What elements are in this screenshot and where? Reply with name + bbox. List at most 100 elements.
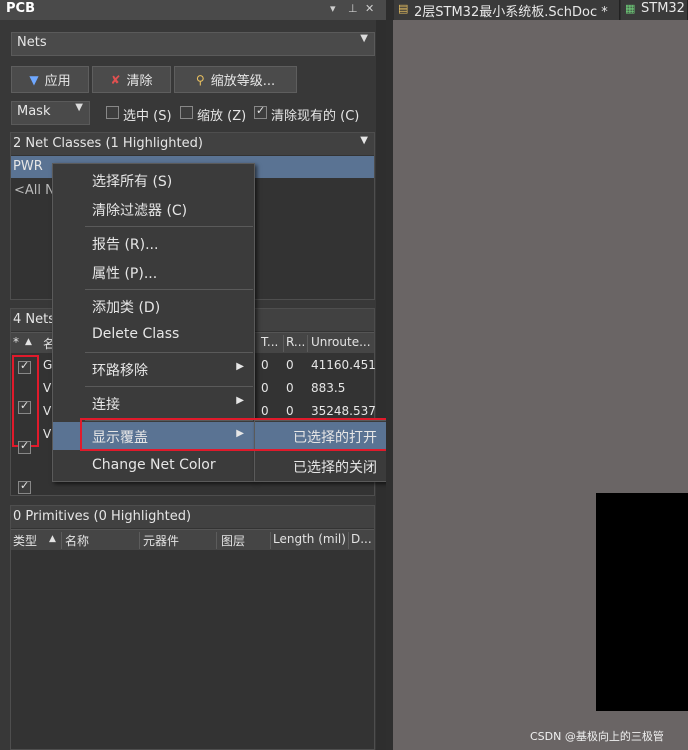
tab-label: 2层STM32最小系统板.SchDoc * xyxy=(414,5,608,20)
net-name: V xyxy=(43,427,52,441)
menu-item-report[interactable]: 报告 (R)... xyxy=(53,229,254,257)
net-t: 0 xyxy=(261,358,269,372)
menu-item-label: Delete Class xyxy=(92,326,180,342)
menu-item-change-net-color[interactable]: Change Net Color xyxy=(53,452,254,480)
col-name[interactable]: 名称 xyxy=(65,532,89,549)
net-class-name: PWR xyxy=(13,159,43,174)
close-icon[interactable]: ✕ xyxy=(365,2,374,15)
submenu-arrow-icon: ▶ xyxy=(236,395,244,406)
zoom-option-label: 缩放 (Z) xyxy=(197,109,247,124)
net-visible-checkbox[interactable] xyxy=(18,399,31,414)
col-r[interactable]: R... xyxy=(286,335,305,349)
sort-up-icon: ▲ xyxy=(25,337,32,347)
clear-existing-option[interactable]: 清除现有的 (C) xyxy=(254,104,359,124)
col-star[interactable]: * xyxy=(13,335,19,349)
menu-item-loop-removal[interactable]: 环路移除 ▶ xyxy=(53,355,254,383)
mode-select[interactable]: Nets ▼ xyxy=(11,32,375,56)
menu-item-label: 报告 (R)... xyxy=(92,237,159,253)
col-component[interactable]: 元器件 xyxy=(143,532,179,549)
select-checkbox[interactable] xyxy=(106,106,119,119)
net-r: 0 xyxy=(286,404,294,418)
net-class-name: <All N xyxy=(14,183,55,198)
select-option-label: 选中 (S) xyxy=(123,109,172,124)
document-tab-bar: ▤ 2层STM32最小系统板.SchDoc * ▦ STM32 xyxy=(386,0,688,20)
tab-schdoc[interactable]: ▤ 2层STM32最小系统板.SchDoc * xyxy=(394,0,620,20)
mode-select-value: Nets xyxy=(17,35,47,50)
panel-title-bar: PCB ▾ ⊥ ✕ xyxy=(0,0,386,20)
menu-item-select-all[interactable]: 选择所有 (S) xyxy=(53,166,254,194)
col-unrouted[interactable]: Unroute... xyxy=(311,335,371,349)
panel-scrollbar[interactable] xyxy=(376,20,386,750)
net-visible-checkbox[interactable] xyxy=(18,439,31,454)
column-divider xyxy=(270,532,271,549)
annotation-box xyxy=(12,355,39,494)
net-name: G xyxy=(43,358,53,372)
chevron-down-icon: ▼ xyxy=(75,102,83,113)
pin-icon[interactable]: ⊥ xyxy=(348,2,358,15)
menu-item-label: 环路移除 xyxy=(92,363,148,379)
col-t[interactable]: T... xyxy=(261,335,278,349)
column-divider xyxy=(348,532,349,549)
panel-menu-icon[interactable]: ▾ xyxy=(330,2,336,15)
zoom-level-button[interactable]: ⚲ 缩放等级... xyxy=(174,66,297,93)
apply-button[interactable]: ▼ 应用 xyxy=(11,66,89,93)
sort-up-icon: ▲ xyxy=(49,534,56,544)
net-unrouted: 883.5 xyxy=(311,381,346,395)
column-divider xyxy=(283,335,284,352)
menu-item-properties[interactable]: 属性 (P)... xyxy=(53,258,254,286)
primitives-header: 0 Primitives (0 Highlighted) xyxy=(11,506,374,528)
annotation-box xyxy=(80,418,422,451)
watermark: CSDN @基极向上的三极管 xyxy=(530,730,664,743)
mask-select[interactable]: Mask ▼ xyxy=(11,101,90,125)
net-visible-checkbox[interactable] xyxy=(18,359,31,374)
net-name: V xyxy=(43,404,52,418)
net-visible-checkbox[interactable] xyxy=(18,479,31,494)
panel-splitter[interactable] xyxy=(386,20,393,750)
menu-item-label: 选择所有 (S) xyxy=(92,174,173,190)
menu-separator xyxy=(85,226,253,227)
menu-separator xyxy=(85,352,253,353)
clear-existing-checkbox[interactable] xyxy=(254,104,267,119)
menu-item-label: 连接 xyxy=(92,397,120,413)
apply-button-label: 应用 xyxy=(44,74,71,89)
board-shape xyxy=(596,493,688,711)
menu-item-label: 清除过滤器 (C) xyxy=(92,203,188,219)
menu-separator xyxy=(85,386,253,387)
chevron-down-icon: ▼ xyxy=(360,135,368,146)
panel-title: PCB xyxy=(6,1,35,16)
menu-item-label: Change Net Color xyxy=(92,457,216,473)
clear-button[interactable]: ✘ 清除 xyxy=(92,66,171,93)
menu-item-add-class[interactable]: 添加类 (D) xyxy=(53,292,254,320)
col-type[interactable]: 类型 xyxy=(13,532,37,549)
col-length[interactable]: Length (mil) xyxy=(273,532,346,546)
primitives-section: 0 Primitives (0 Highlighted) 类型 ▲ 名称 元器件… xyxy=(10,505,375,750)
net-r: 0 xyxy=(286,358,294,372)
net-unrouted: 41160.451 xyxy=(311,358,376,372)
menu-item-clear-filter[interactable]: 清除过滤器 (C) xyxy=(53,195,254,223)
col-d[interactable]: D... xyxy=(351,532,372,546)
column-divider xyxy=(61,532,62,549)
zoom-option[interactable]: 缩放 (Z) xyxy=(180,106,246,124)
column-divider xyxy=(139,532,140,549)
select-option[interactable]: 选中 (S) xyxy=(106,106,172,124)
zoom-checkbox[interactable] xyxy=(180,106,193,119)
magnify-icon: ⚲ xyxy=(195,72,205,87)
col-layer[interactable]: 图层 xyxy=(221,532,245,549)
net-classes-header[interactable]: 2 Net Classes (1 Highlighted) ▼ xyxy=(11,133,374,155)
tab-stm32[interactable]: ▦ STM32 xyxy=(621,0,688,20)
clear-filter-icon: ✘ xyxy=(110,72,121,87)
menu-item-delete-class[interactable]: Delete Class xyxy=(53,321,254,349)
menu-item-connection[interactable]: 连接 ▶ xyxy=(53,389,254,417)
primitives-column-header: 类型 ▲ 名称 元器件 图层 Length (mil) D... xyxy=(11,529,374,550)
tab-label: STM32 xyxy=(641,1,685,16)
chevron-down-icon: ▼ xyxy=(360,33,368,44)
column-divider xyxy=(307,335,308,352)
net-name: V xyxy=(43,381,52,395)
submenu-arrow-icon: ▶ xyxy=(236,361,244,372)
column-divider xyxy=(216,532,217,549)
pcb-doc-icon: ▦ xyxy=(625,2,636,15)
primitives-header-label: 0 Primitives (0 Highlighted) xyxy=(13,509,192,524)
net-t: 0 xyxy=(261,404,269,418)
filter-icon: ▼ xyxy=(29,72,39,87)
net-classes-header-label: 2 Net Classes (1 Highlighted) xyxy=(13,136,203,151)
